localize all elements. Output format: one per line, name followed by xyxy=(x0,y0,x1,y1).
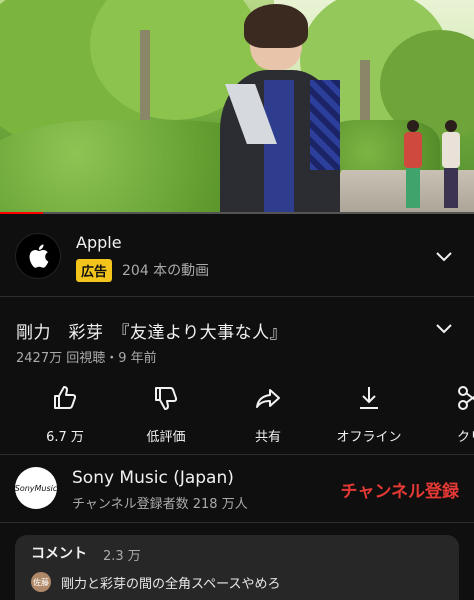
comment-text: 剛力と彩芽の間の全角スペースやめろ xyxy=(61,577,281,592)
channel-name: Sony Music (Japan) xyxy=(72,468,234,488)
expand-description-chevron-icon[interactable] xyxy=(434,318,454,338)
video-person xyxy=(220,4,340,214)
ad-badge: 広告 xyxy=(76,259,113,282)
like-count: 6.7 万 xyxy=(46,430,84,445)
ad-subtitle: 204 本の動画 xyxy=(122,263,210,279)
video-walker xyxy=(404,120,422,210)
subscribe-button[interactable]: チャンネル登録 xyxy=(341,477,460,502)
comments-header: コメント xyxy=(31,546,87,562)
share-button[interactable]: 共有 xyxy=(218,384,318,445)
video-progress-fill xyxy=(0,212,43,214)
video-progress-bar[interactable] xyxy=(0,212,474,214)
comments-panel[interactable]: コメント 2.3 万 佐藤 剛力と彩芽の間の全角スペースやめろ xyxy=(15,535,459,600)
action-bar: 6.7 万 低評価 共有 オフライン クリ xyxy=(0,384,474,445)
ad-channel-row[interactable]: Apple 広告 204 本の動画 xyxy=(0,226,474,290)
divider xyxy=(0,296,474,297)
video-title[interactable]: 剛力 彩芽 『友達より大事な人』 xyxy=(16,318,287,343)
divider xyxy=(0,522,474,523)
download-button[interactable]: オフライン xyxy=(319,384,419,445)
clip-button[interactable]: クリ xyxy=(420,384,474,445)
comment-avatar: 佐藤 xyxy=(31,572,51,592)
thumbs-down-icon xyxy=(155,387,178,410)
like-button[interactable]: 6.7 万 xyxy=(15,384,115,445)
download-icon xyxy=(360,387,378,409)
dislike-button[interactable]: 低評価 xyxy=(116,384,216,445)
channel-avatar[interactable]: SonyMusic xyxy=(15,467,57,509)
share-icon xyxy=(256,389,280,408)
video-walker xyxy=(442,120,460,210)
channel-subscribers: チャンネル登録者数 218 万人 xyxy=(72,497,248,512)
download-label: オフライン xyxy=(336,430,402,445)
chevron-down-icon[interactable] xyxy=(434,246,454,266)
video-meta: 2427万 回視聴・9 年前 xyxy=(16,351,157,366)
clip-label: クリ xyxy=(456,430,474,445)
divider xyxy=(0,454,474,455)
thumbs-up-icon xyxy=(54,386,77,409)
video-player[interactable] xyxy=(0,0,474,214)
share-label: 共有 xyxy=(254,430,281,445)
channel-avatar-logo: SonyMusic xyxy=(14,483,58,493)
apple-logo-icon xyxy=(15,233,61,279)
channel-row[interactable]: SonyMusic Sony Music (Japan) チャンネル登録者数 2… xyxy=(0,465,474,515)
ad-title: Apple xyxy=(76,233,122,252)
clip-icon xyxy=(458,386,474,410)
dislike-label: 低評価 xyxy=(146,430,186,445)
comments-count: 2.3 万 xyxy=(103,549,141,564)
comment-avatar-text: 佐藤 xyxy=(33,577,49,587)
